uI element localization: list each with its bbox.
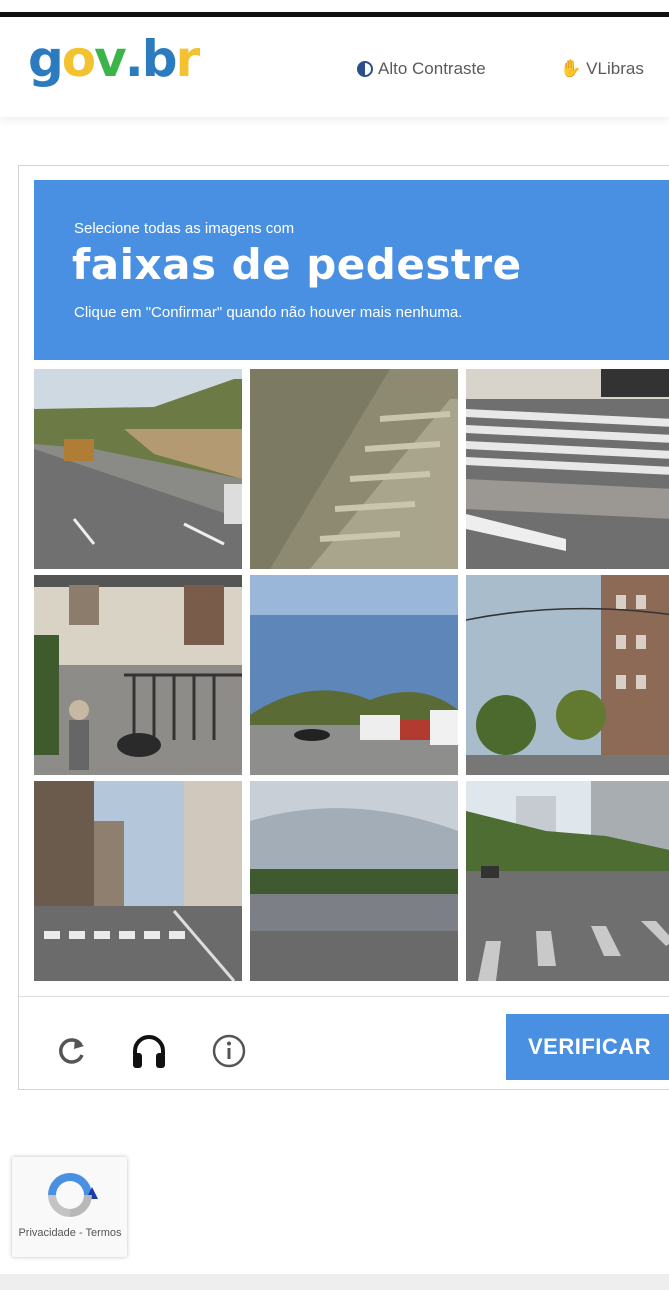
tile-image (466, 781, 669, 981)
site-header: gov.br Alto Contraste ✋ VLibras (0, 17, 669, 117)
page-footer-strip (0, 1274, 669, 1290)
tile-image (34, 575, 242, 775)
logo-letter: o (61, 30, 96, 88)
logo-letter: r (175, 30, 201, 88)
image-tile-6[interactable] (466, 575, 669, 775)
logo-letter: v (94, 30, 127, 88)
logo-letter: b (141, 30, 178, 88)
tile-image (466, 369, 669, 569)
image-tile-8[interactable] (250, 781, 458, 981)
image-grid (34, 369, 669, 989)
image-tile-7[interactable] (34, 781, 242, 981)
high-contrast-toggle[interactable]: Alto Contraste (357, 59, 486, 79)
captcha-challenge: Selecione todas as imagens com faixas de… (18, 165, 669, 1090)
image-tile-5[interactable] (250, 575, 458, 775)
image-tile-3[interactable] (466, 369, 669, 569)
sign-language-icon: ✋ (560, 59, 582, 78)
govbr-logo[interactable]: gov.br (28, 27, 201, 91)
contrast-icon (357, 61, 373, 77)
high-contrast-label: Alto Contraste (378, 59, 486, 78)
image-tile-2[interactable] (250, 369, 458, 569)
image-tile-9[interactable] (466, 781, 669, 981)
tile-image (250, 575, 458, 775)
divider (19, 996, 669, 997)
instruction-banner: Selecione todas as imagens com faixas de… (34, 180, 669, 360)
privacy-terms-link[interactable]: Privacidade - Termos (16, 1227, 124, 1239)
tile-image (250, 781, 458, 981)
logo-letter: g (28, 30, 64, 88)
audio-challenge-button[interactable] (129, 1031, 169, 1071)
recaptcha-badge[interactable]: Privacidade - Termos (12, 1157, 127, 1257)
help-button[interactable] (209, 1031, 249, 1071)
tile-image (250, 369, 458, 569)
instruction-keyword: faixas de pedestre (72, 240, 522, 289)
verify-button[interactable]: VERIFICAR (506, 1014, 669, 1080)
tile-image (466, 575, 669, 775)
reload-button[interactable] (51, 1031, 91, 1071)
instruction-hint: Clique em "Confirmar" quando não houver … (74, 304, 463, 321)
vlibras-link[interactable]: ✋ VLibras (560, 59, 644, 79)
image-tile-1[interactable] (34, 369, 242, 569)
instruction-text: Selecione todas as imagens com (74, 220, 295, 237)
recaptcha-logo-icon (48, 1173, 98, 1217)
reload-icon (59, 1038, 84, 1064)
tile-image (34, 369, 242, 569)
vlibras-label: VLibras (586, 59, 644, 78)
logo-letter: . (124, 30, 144, 88)
info-icon (212, 1034, 246, 1068)
image-tile-4[interactable] (34, 575, 242, 775)
headphones-icon (133, 1035, 165, 1068)
tile-image (34, 781, 242, 981)
